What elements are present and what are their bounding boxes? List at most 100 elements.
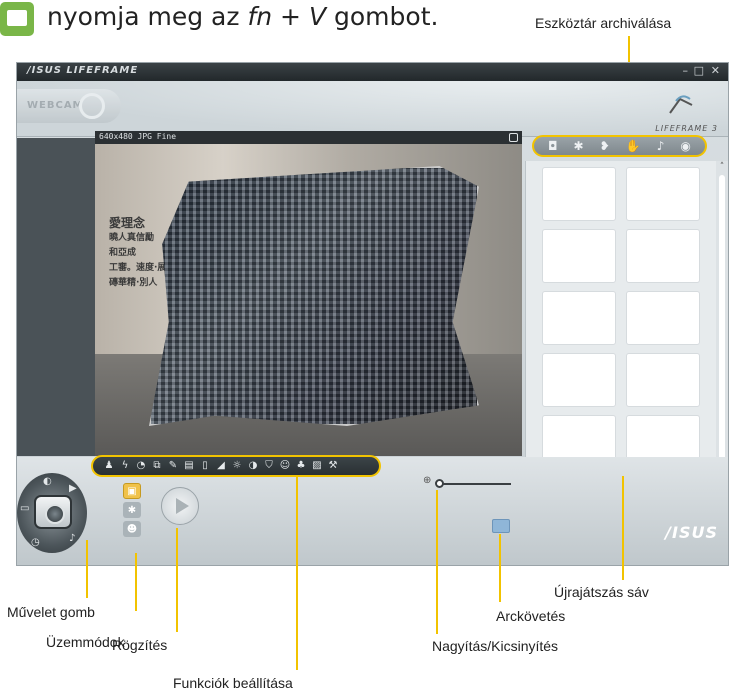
replay-scrollbar[interactable]: ˄ ˅ [716, 161, 728, 477]
camera-icon[interactable]: ◘ [548, 140, 558, 152]
lifeframe-logo: LIFEFRAME 3 [648, 93, 718, 133]
scroll-thumb[interactable] [719, 175, 725, 463]
face-mode-icon[interactable]: ☻ [123, 521, 141, 537]
preview-resolution: 640x480 JPG Fine [99, 132, 177, 141]
scroll-up-icon[interactable]: ˄ [716, 161, 728, 173]
logo-version: 3 [711, 124, 718, 133]
callout-line-modes [135, 553, 137, 611]
toolbar-archive: ◘ ✱ ❥ ✋ ♪ ◉ [532, 135, 707, 157]
callout-toolbar-archive: Eszköztár archiválása [535, 15, 672, 31]
thumbnail-slot[interactable] [626, 229, 700, 283]
settings-icon[interactable]: ✱ [574, 140, 584, 152]
title-bar: /ISUS LIFEFRAME – □ ✕ [17, 63, 728, 81]
thumbnail-slot[interactable] [542, 353, 616, 407]
contrast-icon[interactable]: ◑ [247, 460, 259, 472]
webcam-ring-icon [79, 93, 105, 119]
group-icon[interactable]: ♣ [295, 460, 307, 472]
callout-line-replay [622, 476, 624, 580]
frame-small-icon[interactable]: ▯ [199, 460, 211, 472]
instruction-suffix: gombot. [326, 2, 439, 31]
minimize-button[interactable]: – [683, 64, 689, 77]
instruction-key-fn: fn [247, 2, 273, 31]
sign-line: 愛理念 [109, 216, 146, 230]
photo-sign: 愛理念 曉人真信勵 和亞成 工審。速度·展 磚華精·別人 [109, 216, 169, 291]
maximize-button[interactable]: □ [694, 64, 704, 77]
person-icon[interactable]: ♟ [103, 460, 115, 472]
callout-line-record [176, 528, 178, 632]
callout-function-settings: Funkciók beállítása [173, 675, 293, 690]
zoom-knob[interactable] [435, 479, 444, 488]
dial-top-icon: ◐ [43, 476, 52, 487]
logo-text: LIFEFRAME [655, 124, 709, 133]
play-icon [175, 498, 189, 514]
function-settings-bar: ♟ ϟ ◔ ⧉ ✎ ▤ ▯ ◢ ☼ ◑ ⛉ ☺ ♣ ▨ ⚒ [91, 455, 381, 477]
instruction-text: nyomja meg az fn + V gombot. [47, 2, 438, 31]
lifeframe-logo-icon [669, 95, 693, 114]
timer-icon[interactable]: ◔ [135, 460, 147, 472]
shield-icon[interactable]: ⛉ [263, 460, 275, 472]
pencil-icon[interactable]: ✎ [167, 460, 179, 472]
dial-folder-icon: ▭ [20, 503, 30, 514]
sign-line: 磚華精·別人 [109, 278, 158, 288]
close-button[interactable]: ✕ [711, 64, 720, 77]
record-button[interactable] [161, 487, 199, 525]
thumbnail-slot[interactable] [626, 291, 700, 345]
app-brand: /ISUS LIFEFRAME [27, 65, 139, 76]
photo-mode-icon[interactable]: ▣ [123, 483, 141, 499]
callout-record: Rögzítés [112, 637, 168, 653]
zoom-slider[interactable]: ⊕ [423, 475, 513, 489]
microphone-icon[interactable]: ♪ [657, 140, 665, 152]
dial-play-icon: ▶ [69, 483, 77, 494]
triangle-icon[interactable]: ◢ [215, 460, 227, 472]
instruction-prefix: nyomja meg az [47, 2, 248, 31]
flash-icon[interactable]: ϟ [119, 460, 131, 472]
burst-icon[interactable]: ⧉ [151, 460, 163, 472]
capture-camera-icon[interactable] [34, 495, 72, 529]
instruction-key-v: V [308, 2, 327, 31]
thumbnail-slot[interactable] [626, 167, 700, 221]
lifeframe-logo-text: LIFEFRAME 3 [655, 124, 718, 133]
dial-mic-icon: ♪ [69, 533, 76, 544]
callout-zoom: Nagyítás/Kicsinyítés [432, 638, 559, 654]
frame-icon[interactable]: ▤ [183, 460, 195, 472]
callout-line-zoom [436, 490, 438, 634]
face-icon[interactable]: ❥ [600, 140, 610, 152]
photo-mosaic-sculpture [149, 166, 479, 426]
app-header: WEBCAM LIFEFRAME 3 [17, 81, 728, 137]
sign-line: 工審。速度·展 [109, 263, 167, 273]
action-button[interactable]: ◐ ▶ ▭ ♪ ◷ [17, 473, 87, 553]
mode-selector: ▣ ✱ ☻ [123, 483, 143, 540]
thumbnail-slot[interactable] [626, 353, 700, 407]
callout-face-tracking: Arckövetés [496, 608, 566, 624]
replay-bar: ˄ ˅ [525, 161, 728, 477]
image-icon[interactable]: ▨ [311, 460, 323, 472]
keyboard-icon [0, 2, 34, 36]
preview-image: 愛理念 曉人真信勵 和亞成 工審。速度·展 磚華精·別人 [95, 144, 522, 456]
wrench-icon[interactable]: ⚒ [327, 460, 339, 472]
webcam-label: WEBCAM [27, 100, 84, 111]
thumbnail-slot[interactable] [542, 167, 616, 221]
dial-clock-icon: ◷ [31, 537, 40, 548]
face-tracking-icon[interactable] [492, 519, 510, 533]
camera-preview: 640x480 JPG Fine 愛理念 曉人真信勵 和亞成 工審。速度·展 磚… [95, 131, 522, 456]
fullscreen-icon[interactable] [509, 133, 518, 142]
callout-replay-bar: Újrajátszás sáv [554, 584, 649, 600]
face-detect-icon[interactable]: ☺ [279, 460, 291, 472]
zoom-track[interactable] [437, 483, 511, 485]
instruction-plus: + [272, 2, 309, 31]
callout-line-face [499, 534, 501, 602]
left-panel [17, 138, 95, 456]
thumbnail-slot[interactable] [542, 291, 616, 345]
sign-line: 和亞成 [109, 248, 137, 258]
webcam-mode-tab[interactable]: WEBCAM [17, 89, 121, 123]
brightness-icon[interactable]: ☼ [231, 460, 243, 472]
eye-icon[interactable]: ◉ [680, 140, 690, 152]
callout-action-button: Művelet gomb [7, 604, 95, 620]
thumbnail-slot[interactable] [542, 229, 616, 283]
settings-mode-icon[interactable]: ✱ [123, 502, 141, 518]
hand-icon[interactable]: ✋ [626, 140, 641, 152]
callout-line-action [86, 540, 88, 598]
zoom-icon: ⊕ [423, 475, 432, 486]
callout-line-functions [296, 476, 298, 670]
sign-line: 曉人真信勵 [109, 233, 155, 243]
